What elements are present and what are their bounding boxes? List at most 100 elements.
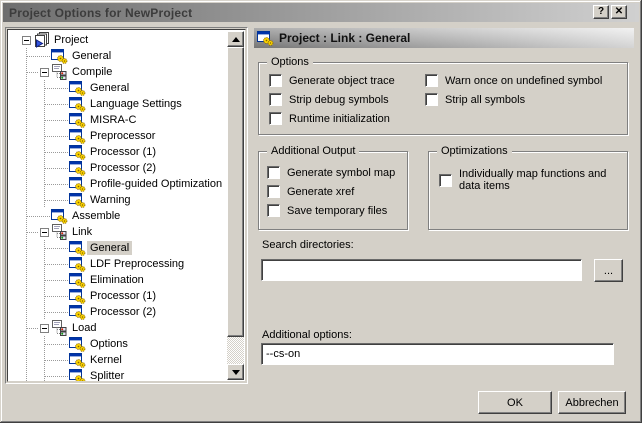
project-icon bbox=[33, 32, 50, 48]
cancel-button[interactable]: Abbrechen bbox=[558, 391, 626, 414]
search-directories-input[interactable] bbox=[261, 259, 582, 281]
additional-options-label: Additional options: bbox=[262, 329, 352, 341]
scroll-up-button[interactable] bbox=[227, 31, 244, 47]
tree-item-label: General bbox=[72, 50, 112, 62]
ok-button-label: OK bbox=[507, 396, 523, 409]
checkbox[interactable] bbox=[269, 93, 282, 106]
tree-item[interactable]: Profile-guided Optimization bbox=[9, 176, 229, 192]
tree-item[interactable]: LDF Preprocessing bbox=[9, 256, 229, 272]
tree-item-label: Splitter bbox=[90, 370, 125, 382]
tree-item[interactable]: General bbox=[9, 48, 229, 64]
tree-item[interactable]: Kernel bbox=[9, 352, 229, 368]
close-button[interactable]: ✕ bbox=[611, 5, 627, 19]
tree-item-label: Project bbox=[54, 34, 89, 46]
tree-vertical-scrollbar[interactable] bbox=[227, 31, 244, 380]
tree-item[interactable]: Compile bbox=[9, 64, 229, 80]
browse-button[interactable]: ... bbox=[594, 259, 623, 282]
checkbox-label: Runtime initialization bbox=[289, 112, 390, 125]
tree-item-label: Preprocessor bbox=[90, 130, 156, 142]
help-button[interactable]: ? bbox=[593, 5, 609, 19]
scrollbar-thumb[interactable] bbox=[227, 47, 244, 337]
checkbox-label: Generate xref bbox=[287, 185, 355, 198]
tree-item[interactable]: Options bbox=[9, 336, 229, 352]
tree-item[interactable]: Processor (2) bbox=[9, 160, 229, 176]
tree-item[interactable]: Processor (1) bbox=[9, 144, 229, 160]
tree-item-label: Processor (1) bbox=[90, 290, 157, 302]
settings-page-icon bbox=[69, 128, 86, 144]
checkbox[interactable] bbox=[425, 74, 438, 87]
settings-page-icon bbox=[69, 176, 86, 192]
settings-page-icon bbox=[69, 80, 86, 96]
checkbox[interactable] bbox=[267, 166, 280, 179]
arrow-down-icon bbox=[231, 369, 240, 375]
cancel-button-label: Abbrechen bbox=[565, 396, 619, 409]
question-icon: ? bbox=[597, 6, 605, 17]
checkbox[interactable] bbox=[425, 93, 438, 106]
tree-item[interactable]: Warning bbox=[9, 192, 229, 208]
tree-item-label: Options bbox=[90, 338, 128, 350]
checkbox-generate-xref[interactable]: Generate xref bbox=[267, 182, 395, 201]
checkbox[interactable] bbox=[269, 112, 282, 125]
settings-page-icon bbox=[51, 208, 68, 224]
additional-options-input[interactable] bbox=[261, 343, 614, 365]
tree-item[interactable]: Preprocessor bbox=[9, 128, 229, 144]
category-icon bbox=[51, 224, 68, 240]
checkbox[interactable] bbox=[267, 204, 280, 217]
tree-item[interactable]: General bbox=[9, 240, 229, 256]
tree-item-label: Profile-guided Optimization bbox=[90, 178, 223, 190]
tree-item[interactable]: Processor (1) bbox=[9, 288, 229, 304]
tree-expander-minus-icon[interactable] bbox=[22, 36, 31, 45]
tree-item[interactable]: Processor (2) bbox=[9, 304, 229, 320]
tree-expander-minus-icon[interactable] bbox=[40, 324, 49, 333]
settings-page-icon bbox=[69, 368, 86, 381]
checkbox-generate-object-trace[interactable]: Generate object trace bbox=[269, 71, 395, 90]
tree-item[interactable]: Elimination bbox=[9, 272, 229, 288]
checkbox-strip-all-symbols[interactable]: Strip all symbols bbox=[425, 90, 602, 109]
checkbox-individually-map-functions-and-data-items[interactable]: Individually map functions and data item… bbox=[439, 152, 609, 192]
tree-item-label: General bbox=[87, 241, 133, 255]
checkbox-label: Warn once on undefined symbol bbox=[445, 74, 603, 87]
options-column-2: Warn once on undefined symbol Strip all s… bbox=[425, 71, 602, 109]
tree-item-label: Elimination bbox=[90, 274, 144, 286]
checkbox-runtime-initialization[interactable]: Runtime initialization bbox=[269, 109, 395, 128]
arrow-up-icon bbox=[231, 36, 240, 42]
checkbox[interactable] bbox=[269, 74, 282, 87]
tree-item[interactable]: MISRA-C bbox=[9, 112, 229, 128]
panel-header-title: Project : Link : General bbox=[279, 31, 411, 45]
optimizations-list: Individually map functions and data item… bbox=[439, 152, 609, 192]
tree-item-label: Processor (2) bbox=[90, 306, 157, 318]
tree-item[interactable]: Language Settings bbox=[9, 96, 229, 112]
ok-button[interactable]: OK bbox=[478, 391, 552, 414]
settings-page-icon bbox=[69, 304, 86, 320]
options-column-1: Generate object trace Strip debug symbols… bbox=[269, 71, 395, 128]
tree-expander-minus-icon[interactable] bbox=[40, 228, 49, 237]
tree-item[interactable]: Project bbox=[9, 32, 229, 48]
close-icon: ✕ bbox=[614, 6, 624, 17]
checkbox-warn-once-on-undefined-symbol[interactable]: Warn once on undefined symbol bbox=[425, 71, 602, 90]
checkbox[interactable] bbox=[439, 173, 452, 187]
tree-item-label: Assemble bbox=[72, 210, 121, 222]
tree-item[interactable]: Link bbox=[9, 224, 229, 240]
additional-output-group: Additional Output Generate symbol map Gen… bbox=[258, 145, 408, 230]
tree-expander-minus-icon[interactable] bbox=[40, 68, 49, 77]
checkbox-generate-symbol-map[interactable]: Generate symbol map bbox=[267, 163, 395, 182]
tree-item-label: Processor (2) bbox=[90, 162, 157, 174]
checkbox[interactable] bbox=[267, 185, 280, 198]
titlebar[interactable]: Project Options for NewProject ? ✕ bbox=[3, 3, 639, 22]
tree-item-label: MISRA-C bbox=[90, 114, 137, 126]
checkbox-save-temporary-files[interactable]: Save temporary files bbox=[267, 201, 395, 220]
tree-item[interactable]: Assemble bbox=[9, 208, 229, 224]
tree-item[interactable]: Load bbox=[9, 320, 229, 336]
checkbox-strip-debug-symbols[interactable]: Strip debug symbols bbox=[269, 90, 395, 109]
browse-button-label: ... bbox=[603, 264, 614, 277]
checkbox-label: Strip all symbols bbox=[445, 93, 526, 106]
tree-panel: Project General Compile General Language Set… bbox=[5, 27, 248, 384]
settings-page-icon bbox=[69, 192, 86, 208]
scroll-down-button[interactable] bbox=[227, 364, 244, 380]
settings-page-icon bbox=[69, 96, 86, 112]
tree-item[interactable]: General bbox=[9, 80, 229, 96]
tree-item-label: LDF Preprocessing bbox=[90, 258, 185, 270]
window-title: Project Options for NewProject bbox=[9, 5, 193, 20]
tree-item[interactable]: Splitter bbox=[9, 368, 229, 382]
category-icon bbox=[51, 320, 68, 336]
